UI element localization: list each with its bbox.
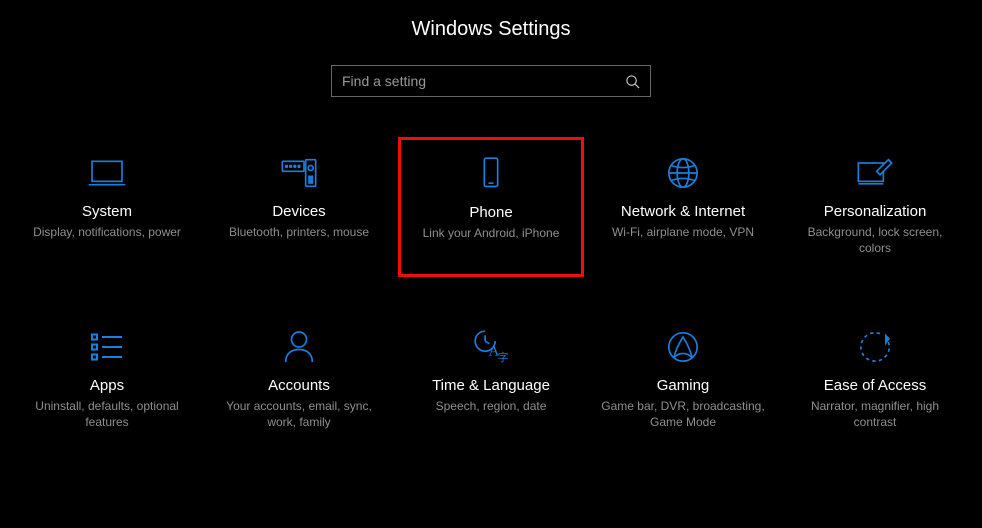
- page-title: Windows Settings: [0, 0, 982, 65]
- tile-time-language[interactable]: A 字 Time & Language Speech, region, date: [398, 311, 584, 451]
- tile-title: Time & Language: [432, 377, 550, 394]
- tile-accounts[interactable]: Accounts Your accounts, email, sync, wor…: [206, 311, 392, 451]
- tile-title: System: [82, 203, 132, 220]
- time-language-icon: A 字: [471, 327, 511, 367]
- tile-desc: Bluetooth, printers, mouse: [229, 224, 369, 240]
- tile-title: Apps: [90, 377, 124, 394]
- globe-icon: [663, 153, 703, 193]
- search-container: [0, 65, 982, 97]
- system-icon: [87, 153, 127, 193]
- tile-personalization[interactable]: Personalization Background, lock screen,…: [782, 137, 968, 277]
- phone-icon: [471, 154, 511, 194]
- gaming-icon: [663, 327, 703, 367]
- tile-ease-of-access[interactable]: Ease of Access Narrator, magnifier, high…: [782, 311, 968, 451]
- apps-icon: [87, 327, 127, 367]
- tile-title: Network & Internet: [621, 203, 745, 220]
- tile-desc: Your accounts, email, sync, work, family: [214, 398, 384, 430]
- tile-phone[interactable]: Phone Link your Android, iPhone: [398, 137, 584, 277]
- search-icon[interactable]: [625, 74, 640, 89]
- tile-title: Personalization: [824, 203, 927, 220]
- devices-icon: [279, 153, 319, 193]
- tile-title: Devices: [272, 203, 325, 220]
- tile-network-internet[interactable]: Network & Internet Wi-Fi, airplane mode,…: [590, 137, 776, 277]
- ease-of-access-icon: [855, 327, 895, 367]
- svg-text:字: 字: [498, 350, 509, 364]
- tile-desc: Game bar, DVR, broadcasting, Game Mode: [598, 398, 768, 430]
- tile-title: Accounts: [268, 377, 330, 394]
- tile-desc: Display, notifications, power: [33, 224, 181, 240]
- tile-apps[interactable]: Apps Uninstall, defaults, optional featu…: [14, 311, 200, 451]
- tile-devices[interactable]: Devices Bluetooth, printers, mouse: [206, 137, 392, 277]
- personalization-icon: [855, 153, 895, 193]
- tile-system[interactable]: System Display, notifications, power: [14, 137, 200, 277]
- tile-title: Ease of Access: [824, 377, 927, 394]
- tile-title: Phone: [469, 204, 512, 221]
- tile-desc: Wi-Fi, airplane mode, VPN: [612, 224, 754, 240]
- search-box[interactable]: [331, 65, 651, 97]
- tile-title: Gaming: [657, 377, 710, 394]
- tile-desc: Speech, region, date: [436, 398, 547, 414]
- tile-desc: Link your Android, iPhone: [423, 225, 560, 241]
- tile-gaming[interactable]: Gaming Game bar, DVR, broadcasting, Game…: [590, 311, 776, 451]
- tile-desc: Narrator, magnifier, high contrast: [790, 398, 960, 430]
- tile-desc: Uninstall, defaults, optional features: [22, 398, 192, 430]
- tile-desc: Background, lock screen, colors: [790, 224, 960, 256]
- accounts-icon: [279, 327, 319, 367]
- search-input[interactable]: [342, 73, 625, 89]
- settings-grid: System Display, notifications, power Dev…: [0, 137, 982, 451]
